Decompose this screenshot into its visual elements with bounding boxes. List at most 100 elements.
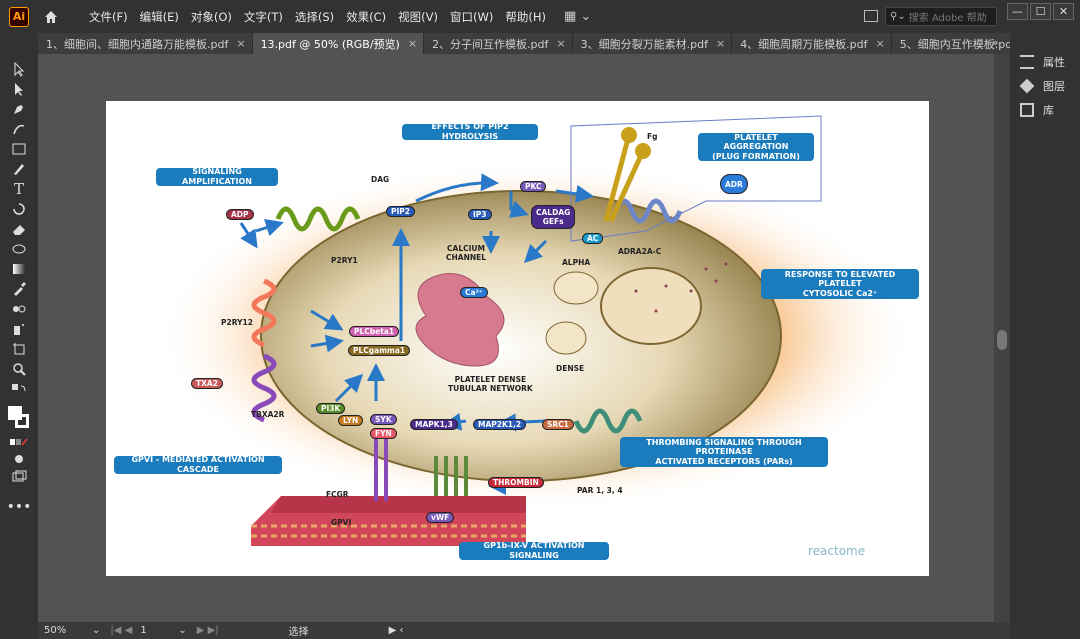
scrollbar-thumb[interactable] — [997, 330, 1007, 350]
swap-colors-icon[interactable] — [10, 383, 28, 399]
secretion-granule — [600, 267, 702, 345]
menu-type[interactable]: 文字(T) — [244, 9, 283, 25]
close-window-button[interactable]: ✕ — [1053, 3, 1074, 20]
pill-plcbeta1: PLCbeta1 — [349, 326, 400, 337]
pill-vwf: vWF — [426, 512, 455, 523]
properties-panel-button[interactable]: 属性 — [1020, 53, 1065, 71]
tabs-overflow-button[interactable]: » — [992, 36, 999, 49]
pill-ip3: IP3 — [468, 209, 492, 220]
libraries-panel-button[interactable]: 库 — [1020, 101, 1054, 119]
gradient-tool-icon[interactable] — [10, 261, 28, 277]
rectangle-tool-icon[interactable] — [10, 141, 28, 157]
layers-icon — [1019, 78, 1035, 94]
text-p2ry12: P2RY12 — [221, 318, 253, 327]
text-dag: DAG — [371, 175, 390, 184]
app-logo: Ai — [9, 6, 29, 27]
color-mode-icons[interactable] — [10, 434, 28, 450]
more-tools-icon[interactable]: ••• — [7, 499, 32, 515]
pill-pkc: PKC — [520, 181, 547, 192]
text-fcgr: FCGR — [326, 490, 349, 499]
menu-object[interactable]: 对象(O) — [191, 9, 232, 25]
pill-fyn: FYN — [370, 428, 397, 439]
text-fg: Fg — [647, 132, 658, 141]
artboard-tool-icon[interactable] — [10, 341, 28, 357]
pill-caldag-gefs: CALDAG GEFs — [531, 205, 576, 229]
direct-selection-tool-icon[interactable] — [10, 81, 28, 97]
current-tool-readout: 选择 — [288, 627, 309, 638]
sliders-icon — [1020, 55, 1034, 69]
screen-mode-tool-icon[interactable] — [10, 469, 28, 485]
zoom-tool-icon[interactable] — [10, 361, 28, 377]
paintbrush-tool-icon[interactable] — [10, 161, 28, 177]
tab-doc-3[interactable]: 3、细胞分裂万能素材.pdf × — [573, 33, 733, 54]
pill-map2k1-2: MAP2K1,2 — [473, 419, 527, 430]
menu-help[interactable]: 帮助(H) — [505, 9, 546, 25]
eraser-tool-icon[interactable] — [10, 221, 28, 237]
alpha-granule — [553, 271, 599, 305]
tab-close-icon[interactable]: × — [408, 37, 417, 50]
tools-panel: T ••• — [0, 33, 38, 639]
zoom-level[interactable]: 50% — [44, 625, 88, 636]
menu-window[interactable]: 窗口(W) — [450, 9, 493, 25]
dense-granule — [545, 321, 587, 355]
search-icon: ⚲⌄ — [890, 11, 906, 22]
eyedropper-tool-icon[interactable] — [10, 281, 28, 297]
menu-file[interactable]: 文件(F) — [89, 9, 128, 25]
label-platelet-aggregation: PLATELET AGGREGATION (PLUG FORMATION) — [698, 133, 814, 161]
vertical-scrollbar[interactable] — [994, 54, 1010, 622]
curvature-tool-icon[interactable] — [10, 121, 28, 137]
page-dropdown-icon[interactable]: ⌄ — [178, 625, 186, 636]
artboard[interactable]: EFFECTS OF PIP2 HYDROLYSIS SIGNALING AMP… — [106, 101, 929, 576]
pen-tool-icon[interactable] — [10, 101, 28, 117]
tab-doc-13[interactable]: 13.pdf @ 50% (RGB/预览) × — [252, 33, 425, 54]
symbol-sprayer-tool-icon[interactable] — [10, 321, 28, 337]
selection-tool-icon[interactable] — [10, 61, 28, 77]
tab-doc-1[interactable]: 1、细胞间、细胞内通路万能模板.pdf × — [38, 33, 253, 54]
tab-doc-4[interactable]: 4、细胞周期万能模板.pdf × — [732, 33, 892, 54]
pill-adp: ADP — [226, 209, 254, 220]
tab-doc-2[interactable]: 2、分子间互作模板.pdf × — [424, 33, 573, 54]
minimize-button[interactable]: — — [1007, 3, 1028, 20]
maximize-button[interactable]: ☐ — [1030, 3, 1051, 20]
text-calcium-channel: CALCIUM CHANNEL — [446, 244, 487, 262]
page-nav-last-icon[interactable]: ▶ ▶| — [197, 625, 219, 636]
text-p2ry1: P2RY1 — [331, 256, 358, 265]
text-tbxa2r: TBXA2R — [251, 410, 285, 419]
blend-tool-icon[interactable] — [10, 301, 28, 317]
tab-close-icon[interactable]: × — [236, 37, 245, 50]
menu-edit[interactable]: 编辑(E) — [140, 9, 179, 25]
library-icon — [1020, 103, 1034, 117]
label-response-calcium: RESPONSE TO ELEVATED PLATELET CYTOSOLIC … — [761, 269, 919, 299]
stroke-color-swatch[interactable] — [15, 414, 29, 428]
text-dense-tubular-network: PLATELET DENSE TUBULAR NETWORK — [448, 375, 533, 393]
tab-close-icon[interactable]: × — [876, 37, 885, 50]
help-search-input[interactable]: ⚲⌄ 搜索 Adobe 帮助 — [885, 7, 997, 26]
label-exposed-collagen: EXPOSED COLLAGEN — [314, 549, 407, 558]
page-number[interactable]: 1 — [140, 625, 174, 636]
pill-adr: ADR — [720, 174, 748, 194]
pill-pi3k: PI3K — [316, 403, 346, 414]
rotate-tool-icon[interactable] — [10, 201, 28, 217]
menu-view[interactable]: 视图(V) — [398, 9, 438, 25]
page-nav-first-icon[interactable]: |◀ ◀ — [110, 625, 132, 636]
home-icon[interactable] — [43, 9, 59, 25]
status-menu-icon[interactable]: ▶ ‹ — [389, 625, 404, 636]
menu-effect[interactable]: 效果(C) — [346, 9, 386, 25]
label-effects-pip2: EFFECTS OF PIP2 HYDROLYSIS — [402, 122, 538, 141]
text-adra2a-c: ADRA2A-C — [618, 247, 662, 256]
layers-panel-button[interactable]: 图层 — [1019, 77, 1065, 95]
type-tool-icon[interactable]: T — [10, 180, 28, 198]
workspace-switcher-icon[interactable]: ▦ ⌄ — [564, 9, 591, 24]
draw-mode-icon[interactable] — [10, 451, 28, 467]
pill-pip2: PIP2 — [386, 206, 416, 217]
pill-syk: SYK — [370, 414, 397, 425]
zoom-dropdown-icon[interactable]: ⌄ — [92, 625, 100, 636]
tab-close-icon[interactable]: × — [716, 37, 725, 50]
width-tool-icon[interactable] — [10, 241, 28, 257]
label-thrombin-signaling: THROMBING SIGNALING THROUGH PROTEINASE A… — [620, 437, 828, 467]
menu-select[interactable]: 选择(S) — [295, 9, 334, 25]
right-dock-panel: 属性 图层 库 — [1010, 33, 1080, 639]
tab-close-icon[interactable]: × — [556, 37, 565, 50]
text-par: PAR 1, 3, 4 — [577, 486, 623, 495]
screen-mode-icon[interactable] — [864, 10, 878, 22]
